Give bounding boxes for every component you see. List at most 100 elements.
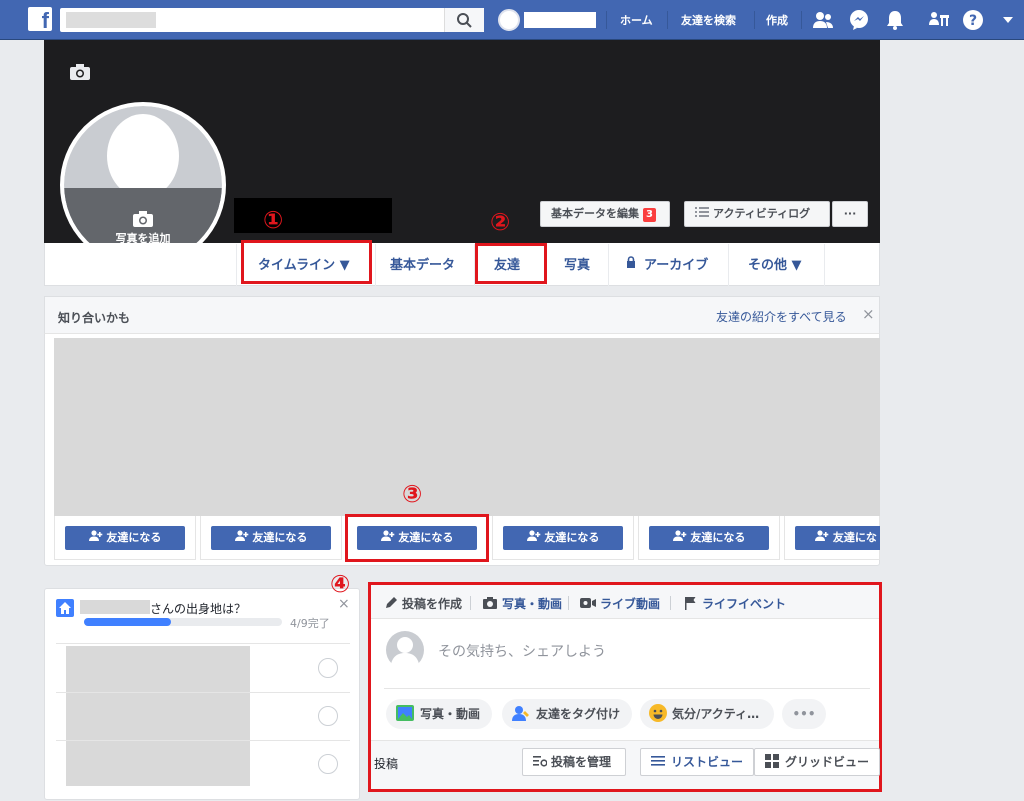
annotation-number-4: ④ <box>330 570 351 598</box>
add-friend-label: 友達になる <box>690 531 746 544</box>
pymk-see-all-link[interactable]: 友達の紹介をすべて見る <box>716 308 847 325</box>
photo-video-pill-label: 写真・動画 <box>420 707 481 721</box>
tab-archive[interactable]: アーカイブ <box>644 254 708 273</box>
composer-tab-live-video[interactable]: ライブ動画 <box>600 595 660 612</box>
hometown-question: さんの出身地は？ <box>150 602 247 616</box>
feeling-activity-pill-label: 気分/アクティ… <box>672 707 760 721</box>
camera-icon <box>483 597 497 609</box>
photo-video-pill-button[interactable]: 写真・動画 <box>386 699 492 729</box>
composer-input[interactable]: その気持ち、シェアしよう <box>438 641 606 661</box>
add-friend-button[interactable]: 友達にな <box>795 526 880 550</box>
add-friend-button[interactable]: 友達になる <box>503 526 623 550</box>
search-input[interactable] <box>60 8 484 32</box>
divider <box>56 740 350 741</box>
facebook-logo-icon[interactable]: f <box>28 7 52 33</box>
annotation-number-3: ③ <box>402 480 423 508</box>
photo-icon <box>396 705 414 721</box>
cover-camera-icon[interactable] <box>69 63 91 81</box>
activity-log-button[interactable]: アクティビティログ <box>684 201 830 227</box>
divider <box>56 643 350 644</box>
activity-log-label: アクティビティログ <box>713 207 811 220</box>
edit-profile-button[interactable]: 基本データを編集 3 <box>540 201 670 227</box>
nav-home-link[interactable]: ホーム <box>620 12 653 28</box>
hometown-option-radio[interactable] <box>318 658 338 678</box>
list-view-icon <box>651 756 665 766</box>
search-input-redacted-text <box>66 12 156 28</box>
list-view-button[interactable]: リストビュー <box>640 748 754 776</box>
profile-avatar[interactable] <box>498 9 520 31</box>
add-friend-button[interactable]: 友達になる <box>649 526 769 550</box>
nav-find-friends-link[interactable]: 友達を検索 <box>681 12 736 28</box>
pymk-title: 知り合いかも <box>58 311 131 325</box>
tab-about[interactable]: 基本データ <box>390 254 455 273</box>
notifications-bell-icon[interactable] <box>884 9 906 31</box>
add-friend-icon <box>526 530 540 541</box>
manage-posts-icon <box>533 756 548 767</box>
account-menu-chevron-down-icon[interactable] <box>1002 15 1014 25</box>
hometown-options-redacted <box>66 646 250 786</box>
grid-view-button[interactable]: グリッドビュー <box>754 748 880 776</box>
edit-profile-badge: 3 <box>643 208 656 222</box>
more-options-button[interactable]: ··· <box>832 201 868 227</box>
divider <box>670 596 671 610</box>
annotation-box-1 <box>241 240 372 284</box>
annotation-number-2: ② <box>490 208 511 236</box>
search-button[interactable] <box>444 8 484 32</box>
hometown-option-radio[interactable] <box>318 706 338 726</box>
tag-friends-icon <box>512 706 529 721</box>
quick-help-people-icon[interactable] <box>928 9 950 31</box>
hometown-option-radio[interactable] <box>318 754 338 774</box>
hometown-progress-fill <box>84 618 171 626</box>
tag-friends-pill-label: 友達をタグ付け <box>536 707 621 721</box>
hometown-progress-text: 4/9完了 <box>290 617 330 630</box>
add-friend-button[interactable]: 友達になる <box>65 526 185 550</box>
grid-view-label: グリッドビュー <box>785 755 870 769</box>
tag-friends-pill-button[interactable]: 友達をタグ付け <box>502 699 632 729</box>
nav-create-link[interactable]: 作成 <box>766 12 788 28</box>
add-friend-label: 友達になる <box>252 531 308 544</box>
annotation-box-2 <box>475 243 547 284</box>
divider <box>470 596 471 610</box>
annotation-number-1: ① <box>263 206 284 234</box>
tab-more[interactable]: その他 ▼ <box>748 254 802 273</box>
add-friend-icon <box>234 530 248 541</box>
divider <box>568 596 569 610</box>
messenger-icon[interactable] <box>848 9 870 31</box>
posts-label: 投稿 <box>374 757 399 771</box>
more-options-pill-button[interactable]: ••• <box>782 699 826 729</box>
friend-requests-icon[interactable] <box>812 9 834 31</box>
manage-posts-label: 投稿を管理 <box>551 755 612 769</box>
add-photo-camera-icon <box>133 211 153 227</box>
lock-icon <box>627 256 635 268</box>
grid-view-icon <box>765 754 779 768</box>
pencil-icon <box>386 597 397 608</box>
search-icon <box>457 13 472 28</box>
composer-tab-create-post[interactable]: 投稿を作成 <box>402 595 462 612</box>
add-friend-button[interactable]: 友達になる <box>211 526 331 550</box>
tab-photos[interactable]: 写真 <box>564 254 590 273</box>
add-friend-icon <box>88 530 102 541</box>
user-name-redacted <box>80 600 150 614</box>
list-icon <box>695 207 709 217</box>
add-friend-label: 友達になる <box>544 531 600 544</box>
divider <box>56 692 350 693</box>
live-video-icon <box>580 598 596 608</box>
help-question-icon[interactable]: ? <box>962 9 984 31</box>
home-icon <box>56 599 74 617</box>
composer-tab-photo-video[interactable]: 写真・動画 <box>502 595 562 612</box>
add-friend-label: 友達になる <box>106 531 162 544</box>
manage-posts-button[interactable]: 投稿を管理 <box>522 748 626 776</box>
composer-tab-life-event[interactable]: ライフイベント <box>702 595 786 612</box>
edit-profile-label: 基本データを編集 <box>551 207 639 220</box>
smiley-icon <box>649 704 667 722</box>
composer-avatar <box>386 631 424 670</box>
pymk-close-icon[interactable]: × <box>862 305 875 323</box>
feeling-activity-pill-button[interactable]: 気分/アクティ… <box>640 699 774 729</box>
profile-name-redacted[interactable] <box>524 12 596 28</box>
profile-name-redacted <box>234 198 392 233</box>
add-friend-icon <box>815 530 829 541</box>
add-friend-icon <box>672 530 686 541</box>
svg-text:?: ? <box>969 13 977 29</box>
hometown-close-icon[interactable]: × <box>338 596 350 612</box>
pymk-suggestions-redacted <box>54 338 880 516</box>
